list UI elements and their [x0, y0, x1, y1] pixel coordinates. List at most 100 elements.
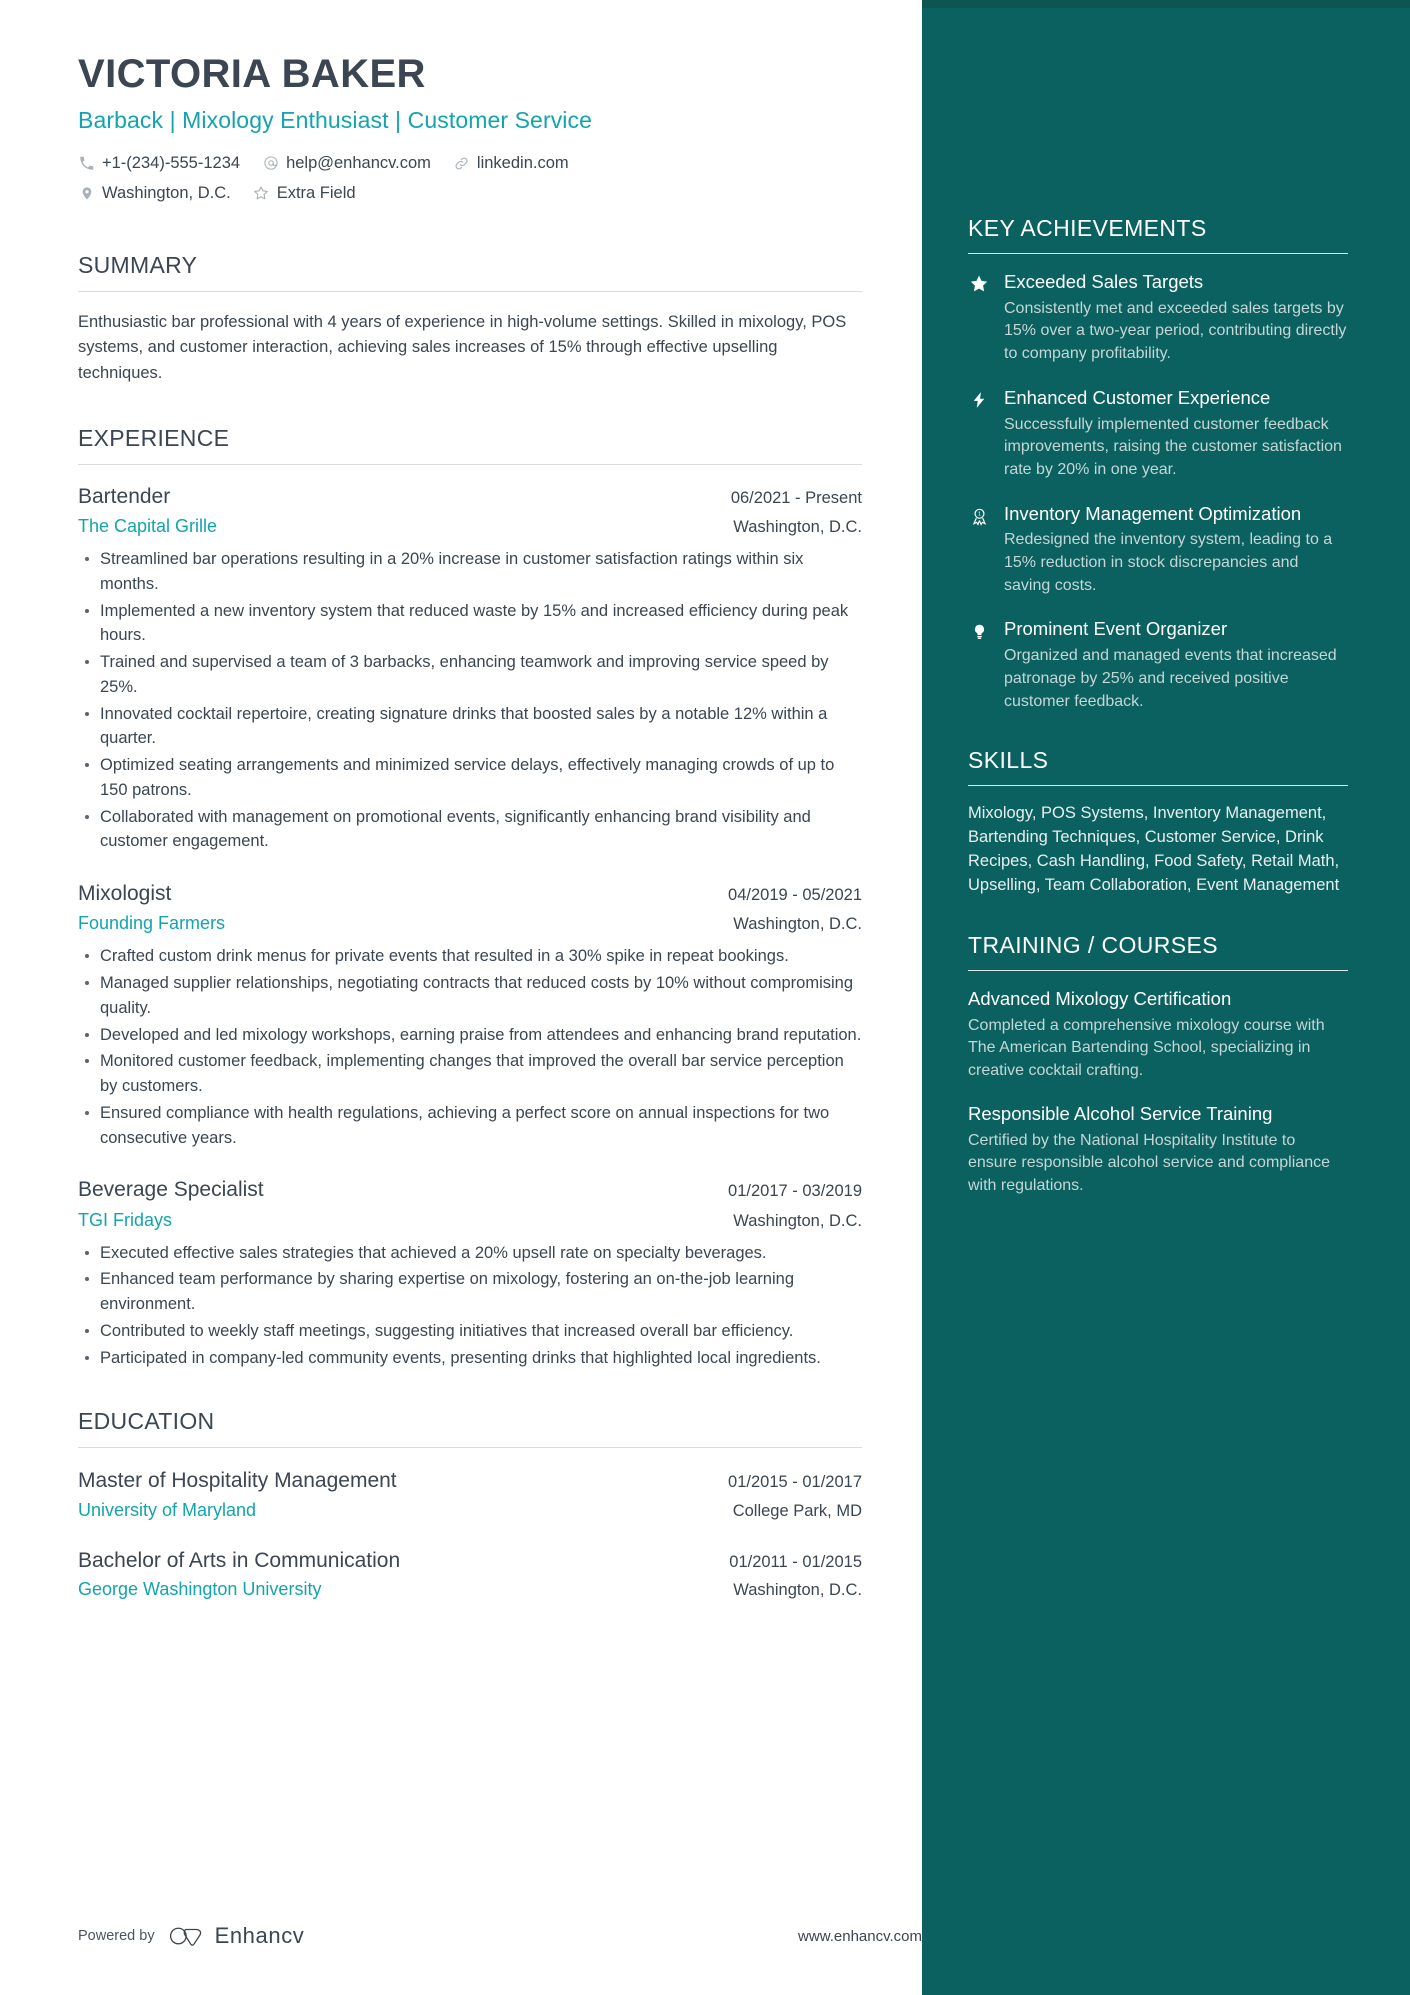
education-header: Bachelor of Arts in Communication 01/201…: [78, 1546, 862, 1575]
award-ribbon-icon: 1: [968, 502, 990, 598]
job-title: Bartender: [78, 484, 171, 508]
achievement-item: Prominent Event Organizer Organized and …: [968, 617, 1348, 713]
job-company[interactable]: Founding Farmers: [78, 910, 225, 937]
section-key-achievements: KEY ACHIEVEMENTS Exceeded Sales Targets …: [968, 215, 1348, 713]
svg-text:1: 1: [977, 511, 980, 517]
enhancv-mark-icon: [169, 1927, 201, 1946]
course-title: Responsible Alcohol Service Training: [968, 1102, 1273, 1124]
page-title: VICTORIA BAKER: [78, 52, 426, 96]
training-heading: TRAINING / COURSES: [968, 932, 1219, 958]
footer-url[interactable]: www.enhancv.com: [798, 1928, 922, 1945]
job-subheader: The Capital Grille Washington, D.C.: [78, 513, 862, 540]
main-column: VICTORIA BAKER Barback | Mixology Enthus…: [0, 0, 922, 1995]
achievement-description: Redesigned the inventory system, leading…: [1004, 531, 1333, 594]
list-item: Optimized seating arrangements and minim…: [78, 753, 862, 803]
list-item: Developed and led mixology workshops, ea…: [78, 1023, 862, 1048]
contact-extra-field: Extra Field: [253, 181, 356, 206]
education-subheader: University of Maryland College Park, MD: [78, 1497, 862, 1524]
enhancv-wordmark: Enhancv: [214, 1923, 305, 1948]
contact-row-1: +1-(234)-555-1234 help@enhancv.com linke…: [78, 151, 862, 176]
school-name[interactable]: George Washington University: [78, 1576, 321, 1603]
divider: [968, 970, 1348, 971]
list-item: Innovated cocktail repertoire, creating …: [78, 702, 862, 752]
achievement-title: Enhanced Customer Experience: [1004, 386, 1271, 408]
contact-linkedin[interactable]: linkedin.com: [453, 151, 569, 176]
job-header: Mixologist 04/2019 - 05/2021: [78, 880, 862, 908]
job-company[interactable]: TGI Fridays: [78, 1207, 172, 1234]
degree-title: Bachelor of Arts in Communication: [78, 1548, 401, 1572]
page-footer: Powered by Enhancv www.enhancv.com: [78, 1923, 922, 1949]
divider: [968, 785, 1348, 787]
job-company[interactable]: The Capital Grille: [78, 513, 217, 540]
achievement-description: Consistently met and exceeded sales targ…: [1004, 299, 1347, 363]
job-dates: 06/2021 - Present: [730, 488, 862, 507]
list-item: Crafted custom drink menus for private e…: [78, 944, 862, 969]
divider: [968, 253, 1348, 254]
achievement-body: Exceeded Sales Targets Consistently met …: [1004, 270, 1348, 366]
job-dates: 04/2019 - 05/2021: [728, 886, 862, 905]
contact-email[interactable]: help@enhancv.com: [262, 151, 431, 176]
list-item: Participated in company-led community ev…: [78, 1346, 862, 1371]
contact-block: +1-(234)-555-1234 help@enhancv.com linke…: [78, 151, 862, 206]
job-subheader: Founding Farmers Washington, D.C.: [78, 910, 862, 937]
contact-phone[interactable]: +1-(234)-555-1234: [78, 151, 240, 176]
achievement-item: 1 Inventory Management Optimization Rede…: [968, 502, 1348, 598]
section-skills: SKILLS Mixology, POS Systems, Inventory …: [968, 747, 1348, 898]
achievement-description: Successfully implemented customer feedba…: [1004, 415, 1342, 478]
list-item: Enhanced team performance by sharing exp…: [78, 1267, 862, 1317]
achievement-body: Inventory Management Optimization Redesi…: [1004, 502, 1348, 598]
achievement-body: Prominent Event Organizer Organized and …: [1004, 617, 1348, 713]
school-name[interactable]: University of Maryland: [78, 1497, 256, 1524]
contact-phone-text: +1-(234)-555-1234: [102, 154, 241, 172]
list-item: Streamlined bar operations resulting in …: [78, 547, 862, 597]
lightbulb-icon: [968, 617, 990, 713]
course-item: Advanced Mixology Certification Complete…: [968, 987, 1348, 1083]
list-item: Collaborated with management on promotio…: [78, 805, 862, 855]
achievements-heading: KEY ACHIEVEMENTS: [968, 215, 1207, 241]
contact-linkedin-text: linkedin.com: [476, 154, 569, 172]
job-header: Beverage Specialist 01/2017 - 03/2019: [78, 1176, 862, 1204]
education-subheader: George Washington University Washington,…: [78, 1576, 862, 1603]
summary-heading: SUMMARY: [78, 251, 198, 278]
achievement-title: Prominent Event Organizer: [1004, 618, 1228, 640]
email-icon: [262, 155, 279, 172]
list-item: Implemented a new inventory system that …: [78, 599, 862, 649]
list-item: Executed effective sales strategies that…: [78, 1241, 862, 1266]
contact-location: Washington, D.C.: [78, 181, 231, 206]
experience-item: Beverage Specialist 01/2017 - 03/2019 TG…: [78, 1176, 862, 1370]
divider: [78, 463, 862, 465]
course-item: Responsible Alcohol Service Training Cer…: [968, 1102, 1348, 1198]
list-item: Contributed to weekly staff meetings, su…: [78, 1319, 862, 1344]
job-location: Washington, D.C.: [733, 1211, 862, 1230]
star-outline-icon: [253, 185, 270, 202]
skills-heading: SKILLS: [968, 747, 1049, 774]
divider: [78, 290, 862, 292]
list-item: Trained and supervised a team of 3 barba…: [78, 650, 862, 700]
job-bullets: Streamlined bar operations resulting in …: [78, 547, 862, 854]
sidebar-top-strip: [922, 0, 1410, 8]
experience-item: Bartender 06/2021 - Present The Capital …: [78, 483, 862, 854]
course-title: Advanced Mixology Certification: [968, 988, 1232, 1009]
lightning-bolt-icon: [968, 386, 990, 482]
job-title: Beverage Specialist: [78, 1178, 264, 1202]
achievement-body: Enhanced Customer Experience Successfull…: [1004, 386, 1348, 482]
job-header: Bartender 06/2021 - Present: [78, 483, 862, 511]
list-item: Ensured compliance with health regulatio…: [78, 1101, 862, 1151]
location-pin-icon: [78, 185, 95, 202]
education-location: College Park, MD: [732, 1501, 862, 1520]
degree-title: Master of Hospitality Management: [78, 1469, 397, 1493]
education-item: Bachelor of Arts in Communication 01/201…: [78, 1546, 862, 1603]
achievement-title: Exceeded Sales Targets: [1004, 271, 1204, 292]
contact-email-text: help@enhancv.com: [286, 154, 431, 172]
phone-icon: [78, 155, 95, 172]
summary-text: Enthusiastic bar professional with 4 yea…: [78, 312, 847, 382]
headline: Barback | Mixology Enthusiast | Customer…: [78, 107, 593, 133]
list-item: Managed supplier relationships, negotiat…: [78, 971, 862, 1021]
skills-text: Mixology, POS Systems, Inventory Managem…: [968, 804, 1340, 895]
course-description: Certified by the National Hospitality In…: [968, 1131, 1330, 1194]
education-location: Washington, D.C.: [733, 1581, 862, 1600]
education-header: Master of Hospitality Management 01/2015…: [78, 1466, 862, 1495]
education-item: Master of Hospitality Management 01/2015…: [78, 1466, 862, 1523]
experience-heading: EXPERIENCE: [78, 424, 230, 451]
job-title: Mixologist: [78, 882, 172, 906]
